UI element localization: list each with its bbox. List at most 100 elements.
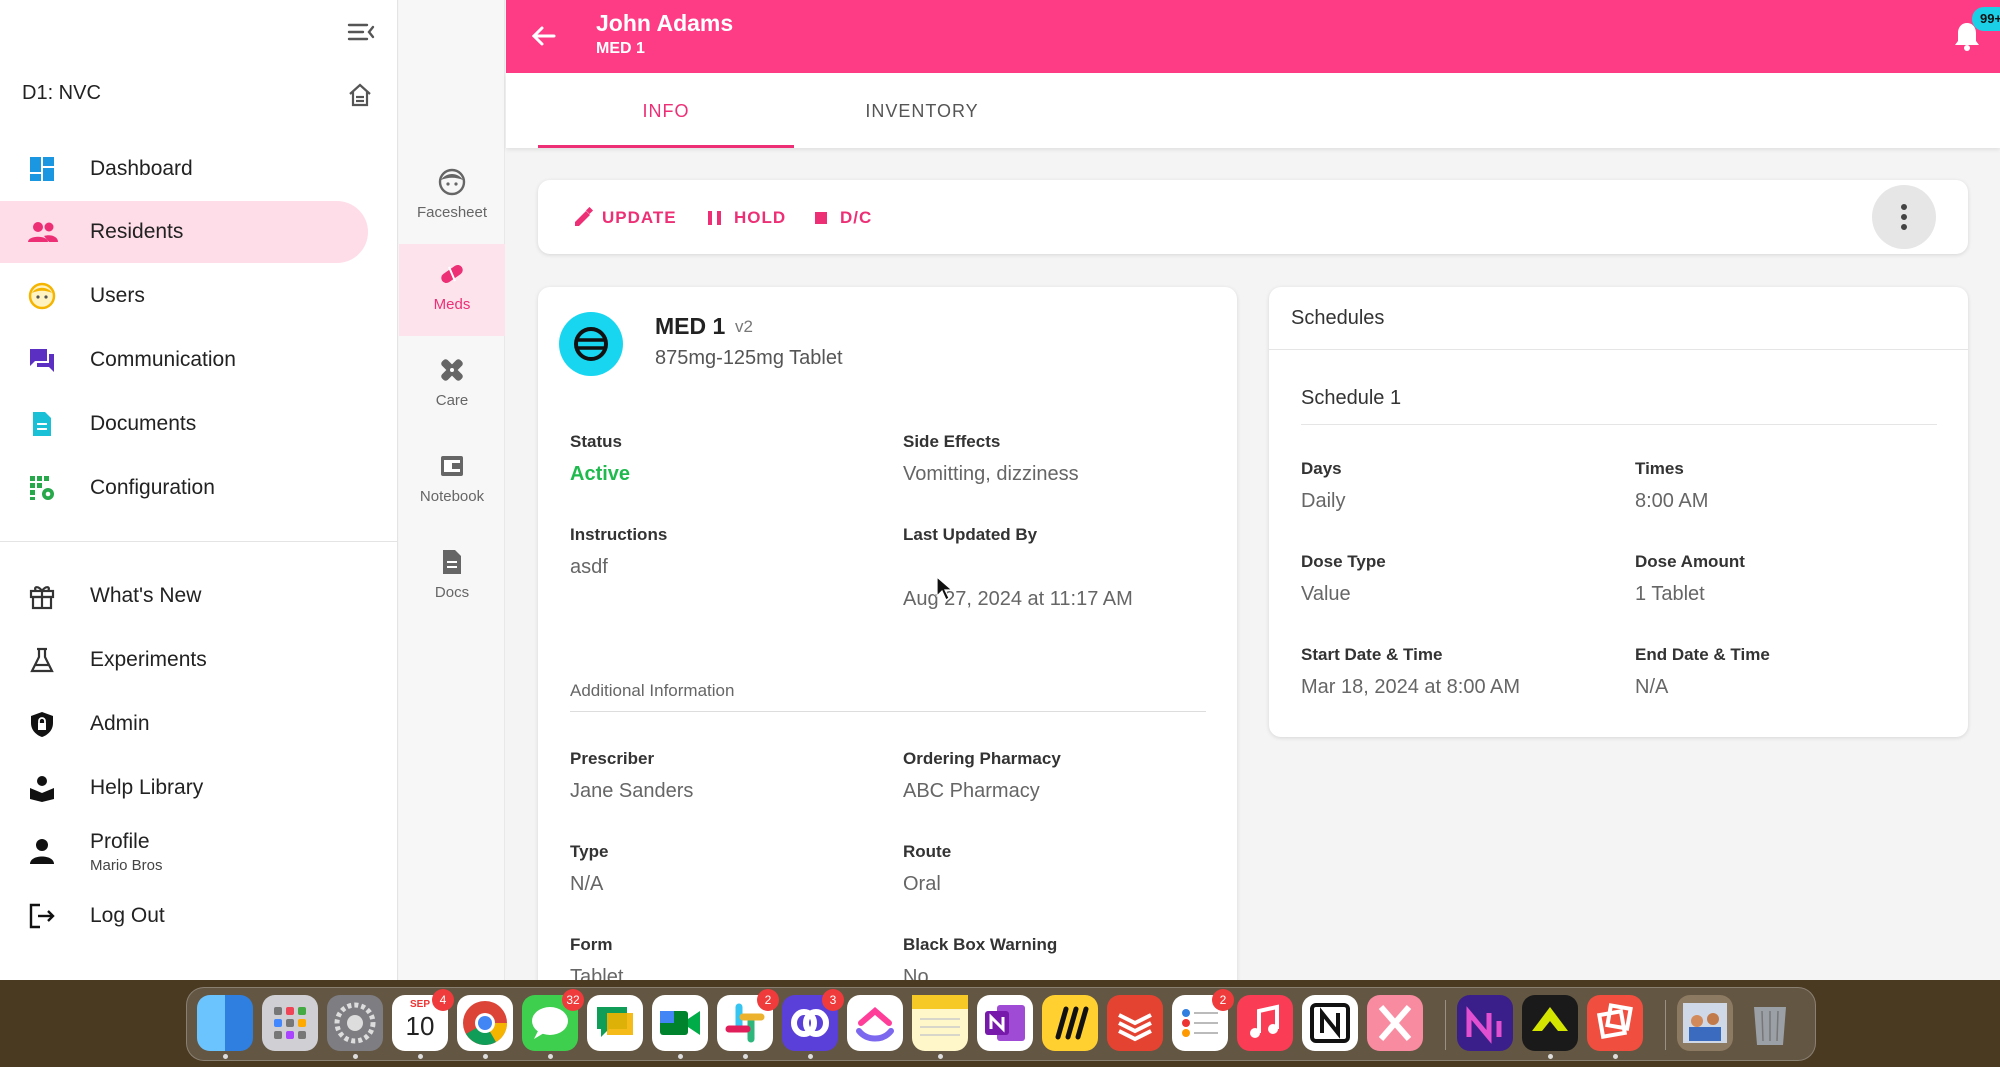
messages-icon[interactable]: 32 [522,989,584,1059]
rail-item-meds[interactable]: Meds [399,244,505,336]
more-options-icon[interactable] [1872,185,1936,249]
sidebar-item-documents[interactable]: Documents [0,393,368,455]
photos-folder-icon[interactable] [1677,995,1733,1051]
finder-icon[interactable] [197,995,253,1059]
update-button[interactable]: UPDATE [572,204,677,232]
notification-badge: 99+ [1972,7,2000,31]
sidebar-item-configuration[interactable]: Configuration [0,457,368,519]
slack-icon[interactable]: 2 [717,989,779,1059]
music-icon[interactable] [1237,995,1293,1051]
reminders-badge: 2 [1212,989,1234,1011]
back-arrow-icon[interactable] [528,20,560,52]
prescriber-value: Jane Sanders [570,780,694,802]
trash-icon[interactable] [1742,995,1798,1051]
medication-detail-card: MED 1 v2 875mg-125mg Tablet Status Activ… [538,287,1237,980]
calendar-day: 10 [405,1011,435,1041]
sidebar-item-residents[interactable]: Residents [0,201,368,263]
dose-amount-value: 1 Tablet [1635,583,1705,605]
calendar-icon[interactable]: SEP 10 4 [392,989,454,1059]
notion-icon[interactable] [1302,995,1358,1051]
tab-inventory[interactable]: INVENTORY [794,73,1050,148]
facility-name: D1: NVC [22,82,101,104]
pharmacy-value: ABC Pharmacy [903,780,1040,802]
person-icon [28,837,56,865]
sidebar-item-whats-new[interactable]: What's New [0,565,368,627]
rail-item-notebook[interactable]: Notebook [399,436,505,528]
form-label: Form [570,935,613,954]
app-window: D1: NVC Dashboard Residents Users Commun… [0,0,2000,980]
sidebar-item-label: Configuration [90,476,215,499]
logout-icon [28,902,56,930]
app-x-icon[interactable] [1367,995,1423,1051]
end-datetime-label: End Date & Time [1635,645,1770,664]
rail-item-label: Care [435,392,469,409]
hold-button[interactable]: HOLD [704,204,786,232]
app-ni-icon[interactable] [1457,995,1513,1051]
sidebar-item-logout[interactable]: Log Out [0,885,368,947]
system-settings-icon[interactable] [327,995,383,1059]
chrome-icon[interactable] [457,995,513,1059]
documents-icon [28,410,56,438]
sidebar-item-users[interactable]: Users [0,265,368,327]
section-divider [570,711,1206,712]
reminders-icon[interactable]: 2 [1172,989,1234,1051]
sidebar-item-profile[interactable]: Profile [0,820,368,882]
doc-icon [438,548,466,576]
sidebar-item-label: Profile [90,830,150,853]
rail-item-label: Notebook [419,488,485,505]
sidebar-item-communication[interactable]: Communication [0,329,368,391]
sidebar-divider [0,541,398,542]
discontinue-button[interactable]: D/C [810,204,872,232]
slack-badge: 2 [757,989,779,1011]
pause-icon [704,207,726,229]
gift-icon [28,582,56,610]
route-label: Route [903,842,952,861]
profile-username: Mario Bros [90,857,163,874]
switch-facility-icon[interactable] [345,80,375,110]
calendar-badge: 4 [432,989,454,1011]
macos-dock: SEP 10 4 32 2 3 2 [186,987,1816,1061]
type-label: Type [570,842,609,861]
sidebar-item-dashboard[interactable]: Dashboard [0,138,368,200]
onenote-icon[interactable] [977,995,1033,1051]
rail-item-label: Facesheet [416,204,488,221]
rail-item-docs[interactable]: Docs [399,532,505,624]
end-datetime-value: N/A [1635,676,1669,698]
tab-info[interactable]: INFO [538,73,794,148]
app-arrow-icon[interactable] [1522,995,1578,1059]
black-box-warning-value: No [903,966,929,980]
google-chat-icon[interactable] [587,995,643,1051]
miro-icon[interactable] [1042,995,1098,1051]
pill-icon [438,260,466,288]
hold-label: HOLD [734,208,787,227]
sidebar-item-admin[interactable]: Admin [0,693,368,755]
sidebar-item-experiments[interactable]: Experiments [0,629,368,691]
flask-icon [28,646,56,674]
loop-icon[interactable]: 3 [782,989,844,1059]
medication-tabs: INFO INVENTORY [506,73,2000,148]
collapse-menu-icon[interactable] [345,18,377,46]
rail-item-facesheet[interactable]: Facesheet [399,152,505,244]
resident-subnav: Facesheet Meds Care Notebook Docs [399,0,505,980]
times-value: 8:00 AM [1635,490,1709,512]
update-label: UPDATE [602,208,677,227]
todoist-icon[interactable] [1107,995,1163,1051]
rail-item-label: Meds [433,296,471,313]
notes-icon[interactable] [912,995,968,1059]
discontinue-label: D/C [840,208,873,227]
sidebar-item-label: Dashboard [90,157,193,180]
times-label: Times [1635,459,1684,478]
app-squares-icon[interactable] [1587,995,1643,1059]
sidebar-item-help-library[interactable]: Help Library [0,757,368,819]
google-meet-icon[interactable] [652,995,708,1059]
route-value: Oral [903,873,941,895]
status-label: Status [570,432,622,451]
side-effects-label: Side Effects [903,432,1001,451]
launchpad-icon[interactable] [262,995,318,1051]
sidebar-item-label: What's New [90,584,202,607]
section-divider [1301,424,1937,425]
book-icon [28,774,56,802]
clickup-icon[interactable] [847,995,903,1051]
rail-item-care[interactable]: Care [399,340,505,432]
dose-type-value: Value [1301,583,1351,605]
